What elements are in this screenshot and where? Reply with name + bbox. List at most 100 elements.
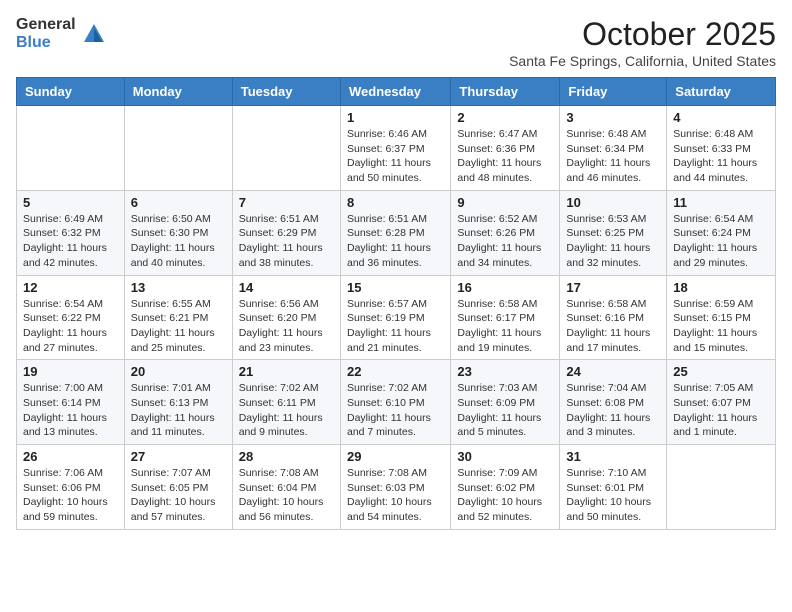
day-info: Sunrise: 7:03 AM Sunset: 6:09 PM Dayligh…	[457, 381, 553, 440]
day-number: 7	[239, 195, 334, 210]
day-info: Sunrise: 6:48 AM Sunset: 6:33 PM Dayligh…	[673, 127, 769, 186]
day-cell: 29Sunrise: 7:08 AM Sunset: 6:03 PM Dayli…	[340, 445, 450, 530]
day-info: Sunrise: 6:56 AM Sunset: 6:20 PM Dayligh…	[239, 297, 334, 356]
day-cell: 5 Sunrise: 6:49 AM Sunset: 6:32 PM Daylig…	[17, 190, 125, 275]
day-cell: 12 Sunrise: 6:54 AM Sunset: 6:22 PM Dayli…	[17, 275, 125, 360]
day-info: Sunrise: 6:52 AM Sunset: 6:26 PM Dayligh…	[457, 212, 553, 271]
month-title: October 2025	[509, 16, 776, 53]
day-number: 2	[457, 110, 553, 125]
day-number: 5	[23, 195, 118, 210]
weekday-header-monday: Monday	[124, 78, 232, 106]
day-number: 26	[23, 449, 118, 464]
day-number: 15	[347, 280, 444, 295]
day-info: Sunrise: 6:54 AM Sunset: 6:24 PM Dayligh…	[673, 212, 769, 271]
day-cell: 31Sunrise: 7:10 AM Sunset: 6:01 PM Dayli…	[560, 445, 667, 530]
week-row-2: 5 Sunrise: 6:49 AM Sunset: 6:32 PM Daylig…	[17, 190, 776, 275]
day-info: Sunrise: 6:57 AM Sunset: 6:19 PM Dayligh…	[347, 297, 444, 356]
day-number: 20	[131, 364, 226, 379]
day-number: 16	[457, 280, 553, 295]
day-cell: 6Sunrise: 6:50 AM Sunset: 6:30 PM Daylig…	[124, 190, 232, 275]
week-row-1: 1Sunrise: 6:46 AM Sunset: 6:37 PM Daylig…	[17, 106, 776, 191]
day-cell: 25Sunrise: 7:05 AM Sunset: 6:07 PM Dayli…	[667, 360, 776, 445]
day-info: Sunrise: 6:49 AM Sunset: 6:32 PM Dayligh…	[23, 212, 118, 271]
day-cell: 14 Sunrise: 6:56 AM Sunset: 6:20 PM Dayli…	[232, 275, 340, 360]
day-number: 21	[239, 364, 334, 379]
day-cell	[124, 106, 232, 191]
day-info: Sunrise: 6:48 AM Sunset: 6:34 PM Dayligh…	[566, 127, 660, 186]
day-info: Sunrise: 7:09 AM Sunset: 6:02 PM Dayligh…	[457, 466, 553, 525]
day-info: Sunrise: 6:51 AM Sunset: 6:28 PM Dayligh…	[347, 212, 444, 271]
day-info: Sunrise: 7:00 AM Sunset: 6:14 PM Dayligh…	[23, 381, 118, 440]
day-number: 25	[673, 364, 769, 379]
day-cell: 7 Sunrise: 6:51 AM Sunset: 6:29 PM Daylig…	[232, 190, 340, 275]
day-info: Sunrise: 6:51 AM Sunset: 6:29 PM Dayligh…	[239, 212, 334, 271]
day-number: 10	[566, 195, 660, 210]
day-cell: 13 Sunrise: 6:55 AM Sunset: 6:21 PM Dayli…	[124, 275, 232, 360]
day-number: 14	[239, 280, 334, 295]
day-info: Sunrise: 7:04 AM Sunset: 6:08 PM Dayligh…	[566, 381, 660, 440]
day-number: 23	[457, 364, 553, 379]
week-row-5: 26 Sunrise: 7:06 AM Sunset: 6:06 PM Dayli…	[17, 445, 776, 530]
logo-icon	[80, 20, 108, 48]
day-number: 9	[457, 195, 553, 210]
day-number: 30	[457, 449, 553, 464]
day-cell	[17, 106, 125, 191]
weekday-header-row: SundayMondayTuesdayWednesdayThursdayFrid…	[17, 78, 776, 106]
day-number: 19	[23, 364, 118, 379]
day-cell: 11 Sunrise: 6:54 AM Sunset: 6:24 PM Dayli…	[667, 190, 776, 275]
weekday-header-thursday: Thursday	[451, 78, 560, 106]
day-number: 3	[566, 110, 660, 125]
logo: General Blue	[16, 16, 108, 51]
week-row-3: 12 Sunrise: 6:54 AM Sunset: 6:22 PM Dayli…	[17, 275, 776, 360]
day-cell: 15 Sunrise: 6:57 AM Sunset: 6:19 PM Dayli…	[340, 275, 450, 360]
title-section: October 2025 Santa Fe Springs, Californi…	[509, 16, 776, 69]
logo-blue: Blue	[16, 34, 76, 52]
day-info: Sunrise: 7:08 AM Sunset: 6:04 PM Dayligh…	[239, 466, 334, 525]
day-cell: 27Sunrise: 7:07 AM Sunset: 6:05 PM Dayli…	[124, 445, 232, 530]
day-info: Sunrise: 6:55 AM Sunset: 6:21 PM Dayligh…	[131, 297, 226, 356]
day-cell: 16 Sunrise: 6:58 AM Sunset: 6:17 PM Dayli…	[451, 275, 560, 360]
day-number: 29	[347, 449, 444, 464]
day-info: Sunrise: 6:50 AM Sunset: 6:30 PM Dayligh…	[131, 212, 226, 271]
day-number: 17	[566, 280, 660, 295]
weekday-header-sunday: Sunday	[17, 78, 125, 106]
weekday-header-friday: Friday	[560, 78, 667, 106]
day-number: 11	[673, 195, 769, 210]
week-row-4: 19 Sunrise: 7:00 AM Sunset: 6:14 PM Dayli…	[17, 360, 776, 445]
logo-general: General	[16, 16, 76, 34]
day-cell: 30 Sunrise: 7:09 AM Sunset: 6:02 PM Dayli…	[451, 445, 560, 530]
day-info: Sunrise: 7:01 AM Sunset: 6:13 PM Dayligh…	[131, 381, 226, 440]
day-number: 12	[23, 280, 118, 295]
day-cell: 10 Sunrise: 6:53 AM Sunset: 6:25 PM Dayli…	[560, 190, 667, 275]
day-cell	[667, 445, 776, 530]
day-info: Sunrise: 6:54 AM Sunset: 6:22 PM Dayligh…	[23, 297, 118, 356]
day-info: Sunrise: 6:58 AM Sunset: 6:17 PM Dayligh…	[457, 297, 553, 356]
calendar: SundayMondayTuesdayWednesdayThursdayFrid…	[16, 77, 776, 530]
day-cell: 2 Sunrise: 6:47 AM Sunset: 6:36 PM Daylig…	[451, 106, 560, 191]
day-info: Sunrise: 6:53 AM Sunset: 6:25 PM Dayligh…	[566, 212, 660, 271]
day-cell: 18Sunrise: 6:59 AM Sunset: 6:15 PM Dayli…	[667, 275, 776, 360]
day-info: Sunrise: 7:10 AM Sunset: 6:01 PM Dayligh…	[566, 466, 660, 525]
day-info: Sunrise: 7:06 AM Sunset: 6:06 PM Dayligh…	[23, 466, 118, 525]
day-number: 1	[347, 110, 444, 125]
day-info: Sunrise: 6:47 AM Sunset: 6:36 PM Dayligh…	[457, 127, 553, 186]
weekday-header-saturday: Saturday	[667, 78, 776, 106]
day-info: Sunrise: 6:59 AM Sunset: 6:15 PM Dayligh…	[673, 297, 769, 356]
day-number: 8	[347, 195, 444, 210]
day-info: Sunrise: 7:02 AM Sunset: 6:10 PM Dayligh…	[347, 381, 444, 440]
day-number: 22	[347, 364, 444, 379]
day-cell: 24 Sunrise: 7:04 AM Sunset: 6:08 PM Dayli…	[560, 360, 667, 445]
location: Santa Fe Springs, California, United Sta…	[509, 53, 776, 69]
day-cell: 21Sunrise: 7:02 AM Sunset: 6:11 PM Dayli…	[232, 360, 340, 445]
day-cell: 22 Sunrise: 7:02 AM Sunset: 6:10 PM Dayli…	[340, 360, 450, 445]
day-number: 27	[131, 449, 226, 464]
day-cell: 1Sunrise: 6:46 AM Sunset: 6:37 PM Daylig…	[340, 106, 450, 191]
day-number: 28	[239, 449, 334, 464]
day-number: 24	[566, 364, 660, 379]
day-cell: 20 Sunrise: 7:01 AM Sunset: 6:13 PM Dayli…	[124, 360, 232, 445]
day-number: 13	[131, 280, 226, 295]
day-cell	[232, 106, 340, 191]
day-cell: 17Sunrise: 6:58 AM Sunset: 6:16 PM Dayli…	[560, 275, 667, 360]
day-cell: 23 Sunrise: 7:03 AM Sunset: 6:09 PM Dayli…	[451, 360, 560, 445]
day-cell: 9 Sunrise: 6:52 AM Sunset: 6:26 PM Daylig…	[451, 190, 560, 275]
